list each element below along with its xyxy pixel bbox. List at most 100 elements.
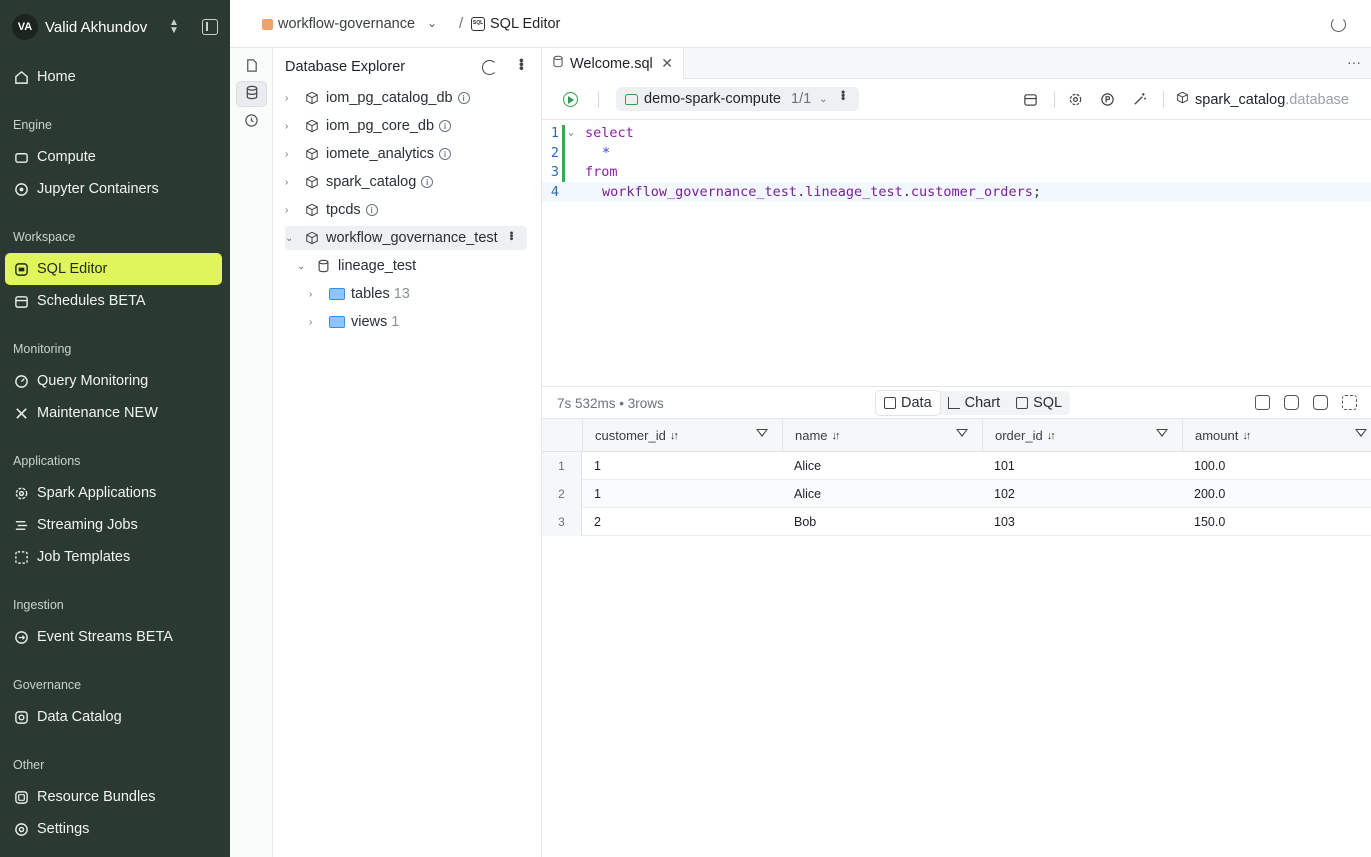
results-view-switch: Data Chart SQL xyxy=(876,391,1071,415)
rail-database-button[interactable] xyxy=(236,81,267,107)
chevron-down-icon[interactable]: ⌄ xyxy=(427,16,437,30)
nav-home[interactable]: Home xyxy=(5,61,222,93)
tab-chart[interactable]: Chart xyxy=(940,391,1008,415)
layout-side-icon[interactable] xyxy=(1313,395,1328,410)
page-title: SQL Editor xyxy=(490,16,561,32)
chevron-right-icon[interactable]: › xyxy=(309,289,323,300)
database-explorer: Database Explorer ••• › iom_pg_catalog_d… xyxy=(273,48,542,857)
sql-code-editor[interactable]: 1 ⌄ select 2 * 3 from 4 workflow_governa… xyxy=(542,120,1371,385)
table-row[interactable]: 3 2 Bob 103 150.0 xyxy=(542,508,1371,536)
tree-folder-tables[interactable]: › tables 13 xyxy=(309,282,410,306)
nav-jupyter[interactable]: Jupyter Containers xyxy=(5,173,222,205)
rail-history-button[interactable] xyxy=(236,109,267,135)
run-button[interactable] xyxy=(563,92,578,107)
rail-worksheets-button[interactable] xyxy=(236,54,267,80)
chevron-right-icon[interactable]: › xyxy=(285,177,299,188)
results-panel: 7s 532ms • 3rows Data Chart SQL customer… xyxy=(542,386,1371,857)
sync-icon[interactable] xyxy=(1331,17,1346,32)
avatar: VA xyxy=(12,14,38,40)
filter-icon[interactable] xyxy=(956,429,968,437)
parameters-icon[interactable] xyxy=(1100,92,1115,107)
tree-item-catalog[interactable]: › tpcds i xyxy=(285,198,378,222)
project-selector[interactable]: workflow-governance xyxy=(278,16,415,32)
magic-wand-icon[interactable] xyxy=(1132,92,1147,107)
user-switcher[interactable]: VA Valid Akhundov ▲ ▼ xyxy=(12,14,218,40)
nav-query-monitoring[interactable]: Query Monitoring xyxy=(5,365,222,397)
breadcrumb-separator: / xyxy=(459,15,464,32)
tab-welcome-sql[interactable]: Welcome.sql ✕ xyxy=(542,48,684,79)
info-icon[interactable]: i xyxy=(457,92,470,104)
column-header[interactable]: order_id ↓↑ xyxy=(982,419,1182,452)
more-vertical-icon[interactable]: ••• xyxy=(836,90,850,100)
sort-icon[interactable]: ↓↑ xyxy=(1047,430,1056,442)
more-vertical-icon[interactable]: ••• xyxy=(514,58,530,70)
table-header: customer_id ↓↑ name ↓↑ order_id ↓↑ amount ↓↑ xyxy=(542,419,1371,452)
info-icon[interactable]: i xyxy=(439,120,452,132)
cube-icon xyxy=(305,119,319,133)
fold-chevron-icon[interactable]: ⌄ xyxy=(568,123,574,143)
nav-job-templates[interactable]: Job Templates xyxy=(5,541,222,573)
nav-event-streams[interactable]: Event Streams BETA xyxy=(5,621,222,653)
fullscreen-icon[interactable] xyxy=(1342,395,1357,410)
nav-schedules[interactable]: Schedules BETA xyxy=(5,285,222,317)
nav-settings[interactable]: Settings xyxy=(5,813,222,845)
chevron-down-icon[interactable]: ⌄ xyxy=(285,233,299,244)
sidebar: VA Valid Akhundov ▲ ▼ Home Engine Compute… xyxy=(0,0,230,857)
nav-compute[interactable]: Compute xyxy=(5,141,222,173)
sort-icon[interactable]: ↓↑ xyxy=(1242,430,1251,442)
folder-icon xyxy=(329,316,345,328)
folder-icon xyxy=(329,288,345,300)
chevron-right-icon[interactable]: › xyxy=(309,317,323,328)
section-other: Other xyxy=(13,758,45,772)
sort-icon[interactable]: ↓↑ xyxy=(832,430,841,442)
layout-bottom-icon[interactable] xyxy=(1284,395,1299,410)
column-header[interactable]: amount ↓↑ xyxy=(1182,419,1371,452)
settings-icon[interactable] xyxy=(1068,92,1083,107)
nav-sql-editor[interactable]: SQL Editor xyxy=(5,253,222,285)
chevron-right-icon[interactable]: › xyxy=(285,121,299,132)
nav-data-catalog[interactable]: Data Catalog xyxy=(5,701,222,733)
tab-sql[interactable]: SQL xyxy=(1008,391,1070,415)
more-vertical-icon[interactable]: ••• xyxy=(505,231,517,240)
table-row[interactable]: 1 1 Alice 101 100.0 xyxy=(542,452,1371,480)
chevron-right-icon[interactable]: › xyxy=(285,93,299,104)
tree-item-catalog-selected[interactable]: ⌄ workflow_governance_test ••• xyxy=(285,226,527,250)
catalog-selector[interactable]: spark_catalog .database xyxy=(1176,91,1349,108)
compute-selector[interactable]: demo-spark-compute 1/1 ⌄ ••• xyxy=(616,87,859,111)
info-icon[interactable]: i xyxy=(365,204,378,216)
top-bar: workflow-governance ⌄ / SQL SQL Editor xyxy=(230,0,1371,48)
nav-maintenance[interactable]: Maintenance NEW xyxy=(5,397,222,429)
info-icon[interactable]: i xyxy=(439,148,451,160)
sort-icon[interactable]: ↓↑ xyxy=(670,430,679,442)
csv-export-icon[interactable] xyxy=(1255,395,1270,410)
tree-item-schema[interactable]: ⌄ lineage_test xyxy=(297,254,416,278)
tree-item-catalog[interactable]: › iom_pg_catalog_db i xyxy=(285,86,470,110)
tree-item-catalog[interactable]: › iom_pg_core_db i xyxy=(285,114,452,138)
tree-item-catalog[interactable]: › spark_catalog i xyxy=(285,170,434,194)
nav-streaming-jobs[interactable]: Streaming Jobs xyxy=(5,509,222,541)
section-monitoring: Monitoring xyxy=(13,342,72,356)
chevron-down-icon[interactable]: ⌄ xyxy=(297,261,311,272)
column-header[interactable]: name ↓↑ xyxy=(782,419,982,452)
column-header[interactable]: customer_id ↓↑ xyxy=(582,419,782,452)
nav-spark-applications[interactable]: Spark Applications xyxy=(5,477,222,509)
filter-icon[interactable] xyxy=(756,429,768,437)
table-row[interactable]: 2 1 Alice 102 200.0 xyxy=(542,480,1371,508)
tree-folder-views[interactable]: › views 1 xyxy=(309,310,399,334)
tree-item-catalog[interactable]: › iomete_analytics i xyxy=(285,142,451,166)
chevron-down-icon[interactable]: ⌄ xyxy=(819,94,827,105)
sidebar-toggle-icon[interactable] xyxy=(202,19,218,35)
chevron-right-icon[interactable]: › xyxy=(285,149,299,160)
info-icon[interactable]: i xyxy=(421,176,434,188)
template-icon xyxy=(13,549,29,565)
refresh-icon[interactable] xyxy=(482,60,497,75)
more-horizontal-icon[interactable]: ··· xyxy=(1347,54,1361,70)
close-icon[interactable]: ✕ xyxy=(661,55,673,72)
chevron-right-icon[interactable]: › xyxy=(285,205,299,216)
filter-icon[interactable] xyxy=(1355,429,1367,437)
tab-data[interactable]: Data xyxy=(876,391,940,415)
sql-icon xyxy=(1016,397,1029,409)
nav-resource-bundles[interactable]: Resource Bundles xyxy=(5,781,222,813)
filter-icon[interactable] xyxy=(1156,429,1168,437)
schedule-icon[interactable] xyxy=(1023,92,1038,107)
